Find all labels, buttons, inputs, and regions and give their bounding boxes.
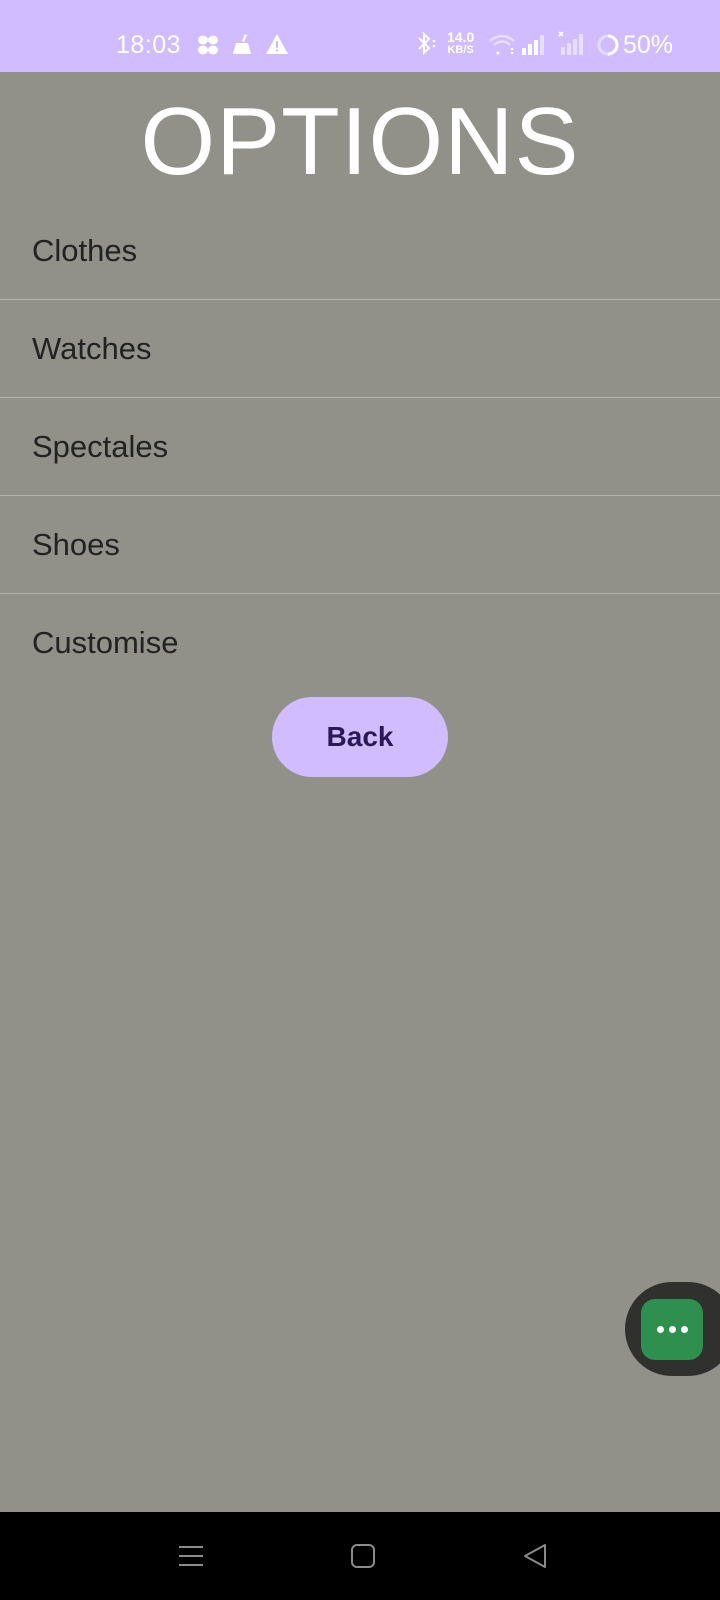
bluetooth-icon	[418, 31, 436, 56]
option-label: Spectales	[32, 428, 169, 464]
status-bar: 18:03 14.0 KB/S 50%	[0, 0, 720, 72]
signal-icon	[522, 35, 544, 55]
status-time: 18:03	[116, 31, 182, 59]
option-item-clothes[interactable]: Clothes	[0, 202, 720, 300]
option-item-shoes[interactable]: Shoes	[0, 496, 720, 594]
battery-percentage: 50%	[623, 31, 674, 59]
option-item-customise[interactable]: Customise	[0, 594, 720, 692]
net-speed-value: 14.0	[447, 29, 475, 45]
dot	[668, 1326, 676, 1333]
back-button[interactable]: Back	[272, 697, 448, 777]
signal-no-service-icon	[558, 31, 583, 55]
option-label: Shoes	[32, 526, 120, 562]
option-label: Watches	[32, 330, 152, 366]
cleaner-icon	[233, 34, 251, 54]
floating-bubble[interactable]	[625, 1282, 720, 1376]
back-icon[interactable]	[521, 1542, 549, 1570]
dot	[656, 1326, 664, 1333]
warning-icon	[266, 34, 288, 54]
wifi-icon	[489, 34, 515, 55]
options-list: Clothes Watches Spectales Shoes Customis…	[0, 202, 720, 692]
menu-icon[interactable]	[177, 1542, 205, 1570]
navigation-bar	[0, 1512, 720, 1600]
net-speed-unit: KB/S	[447, 44, 474, 56]
home-icon[interactable]	[349, 1542, 377, 1570]
option-item-watches[interactable]: Watches	[0, 300, 720, 398]
fan-icon	[198, 35, 218, 55]
option-label: Customise	[32, 625, 179, 660]
battery-ring-icon	[597, 34, 619, 56]
option-label: Clothes	[32, 232, 138, 268]
dot	[680, 1326, 688, 1333]
option-item-spectales[interactable]: Spectales	[0, 398, 720, 496]
net-speed: 14.0 KB/S	[447, 30, 474, 56]
more-dots-icon[interactable]	[641, 1299, 703, 1360]
page-title: OPTIONS	[140, 88, 580, 195]
